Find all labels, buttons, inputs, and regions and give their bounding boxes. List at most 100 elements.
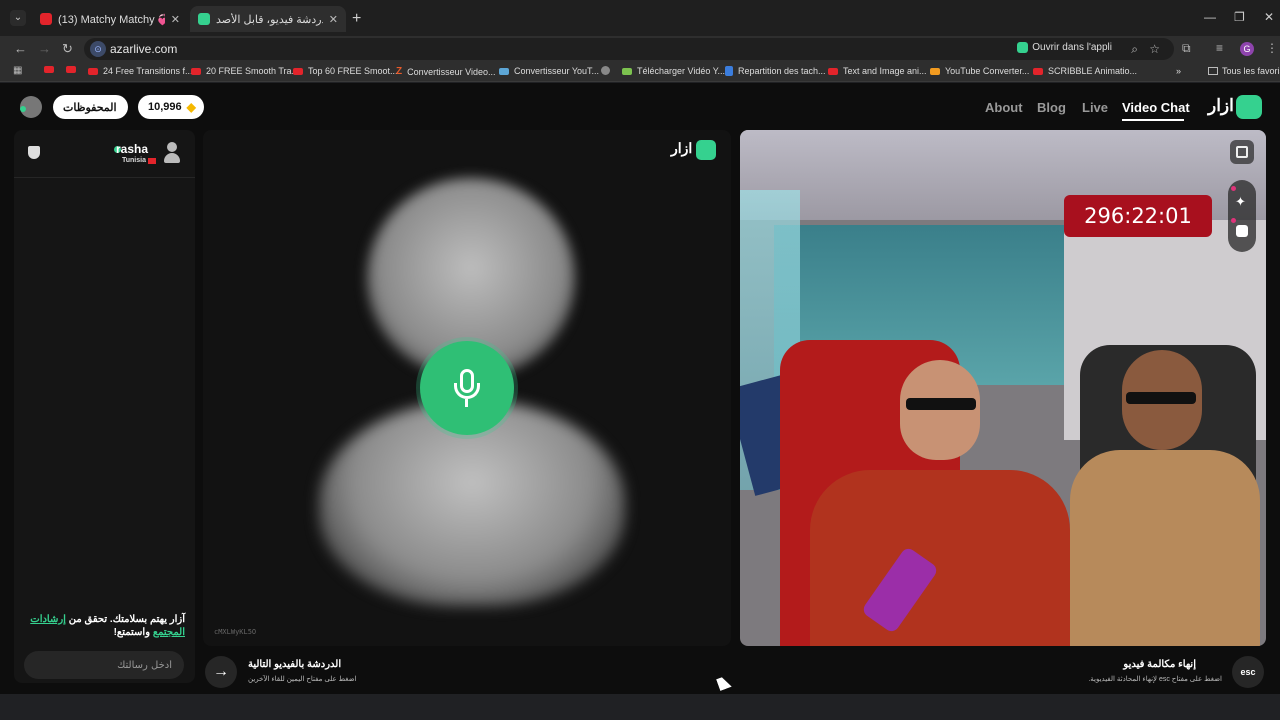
gem-icon: ◆: [186, 100, 196, 114]
history-button[interactable]: المحفوظات: [53, 95, 128, 119]
call-timer: 296:22:01: [1064, 195, 1212, 237]
bookmark-label: YouTube Converter...: [945, 66, 1030, 76]
bookmark-item[interactable]: [44, 66, 59, 73]
gems-button[interactable]: 10,996 ◆: [138, 95, 204, 119]
converter-icon: [930, 67, 940, 75]
azar-watermark: ازار: [671, 140, 693, 156]
bookmark-item[interactable]: Convertisseur YouT...: [499, 66, 599, 76]
sparkle-icon[interactable]: ✦: [1235, 194, 1246, 210]
menu-icon[interactable]: ⋮: [1266, 41, 1278, 55]
bookmark-item[interactable]: Repartition des tach...: [725, 66, 826, 76]
globe-icon: [601, 66, 610, 75]
end-call-title: إنهاء مكالمة فيديو: [1123, 659, 1196, 670]
new-tab-button[interactable]: +: [352, 10, 361, 28]
url-text: azarlive.com: [110, 42, 178, 56]
azar-icon: [1017, 42, 1029, 53]
end-call-hint: اضغط على مفتاح esc لإنهاء المحادثة الفيد…: [1088, 676, 1222, 683]
safety-suffix: واستمتع!: [113, 627, 151, 638]
youtube-icon: [828, 67, 838, 75]
window-close-icon[interactable]: ✕: [1264, 10, 1274, 24]
bookmark-label: 24 Free Transitions f...: [103, 66, 193, 76]
my-profile-avatar[interactable]: [20, 96, 42, 118]
all-bookmarks-folder[interactable]: Tous les favoris: [1208, 66, 1280, 76]
nav-about[interactable]: About: [985, 100, 1023, 115]
address-bar[interactable]: ⊙ azarlive.com Ouvrir dans l'appli ⌕ ☆: [84, 38, 1174, 60]
back-icon[interactable]: ←: [14, 41, 27, 56]
youtube-icon: [1033, 67, 1043, 75]
tab-search-button[interactable]: ⌄: [10, 10, 26, 26]
open-in-app-button[interactable]: Ouvrir dans l'appli: [1017, 42, 1112, 53]
face-filter-icon[interactable]: [1236, 225, 1248, 237]
azar-logo-icon[interactable]: [1236, 95, 1262, 119]
youtube-icon: [88, 67, 98, 75]
gems-count: 10,996: [148, 101, 182, 113]
close-icon[interactable]: ✕: [171, 13, 180, 26]
bookmark-item[interactable]: 24 Free Transitions f...: [88, 66, 193, 76]
nav-blog[interactable]: Blog: [1037, 100, 1066, 115]
end-call-button[interactable]: esc: [1232, 656, 1264, 688]
peer-avatar-icon[interactable]: [164, 142, 180, 164]
forward-icon[interactable]: →: [38, 41, 51, 56]
bookmark-label: Convertisseur YouT...: [514, 66, 600, 76]
bookmark-item[interactable]: Z Convertisseur Video...: [396, 66, 496, 77]
apps-grid-icon[interactable]: ▦: [13, 66, 23, 76]
bookmarks-bar: ▦ 24 Free Transitions f... 20 FREE Smoot…: [0, 62, 1280, 82]
message-input[interactable]: [24, 651, 184, 679]
arrow-right-icon: →: [213, 663, 229, 680]
close-icon[interactable]: ✕: [329, 13, 338, 26]
bookmark-label: Télécharger Vidéo Y...: [637, 66, 726, 76]
azar-page: المحفوظات 10,996 ◆ About Blog Live Video…: [0, 83, 1280, 694]
download-icon: [622, 67, 632, 75]
history-label: المحفوظات: [63, 101, 117, 114]
zoom-icon[interactable]: ⌕: [1131, 42, 1138, 57]
bookmark-item[interactable]: Télécharger Vidéo Y...: [622, 66, 725, 76]
bookmark-label: Tous les favoris: [1222, 66, 1280, 76]
tab-title: أزار: دردشة فيديو، قابل الأصد: [216, 13, 323, 26]
profile-avatar[interactable]: G: [1240, 42, 1254, 56]
youtube-icon: [191, 67, 201, 75]
peer-name[interactable]: rasha: [116, 142, 148, 156]
tab-strip: ⌄ (13) Matchy Matchy 💞 Ep 58 😵 ✕ أزار: د…: [0, 0, 1280, 36]
tab-azar[interactable]: أزار: دردشة فيديو، قابل الأصد ✕: [190, 6, 346, 32]
expand-icon: [1236, 146, 1248, 158]
restore-icon[interactable]: ❐: [1234, 10, 1245, 24]
expand-button[interactable]: [1230, 140, 1254, 164]
brand-name[interactable]: ازار: [1208, 96, 1234, 116]
bookmark-label: Repartition des tach...: [738, 66, 826, 76]
shield-icon[interactable]: [28, 146, 40, 159]
star-icon[interactable]: ☆: [1149, 42, 1160, 56]
microphone-button[interactable]: [420, 341, 514, 435]
extensions-icon[interactable]: ⧉: [1182, 41, 1191, 56]
bookmark-item[interactable]: 20 FREE Smooth Tra...: [191, 66, 299, 76]
tab-title: (13) Matchy Matchy 💞 Ep 58 😵: [58, 13, 165, 26]
tab-youtube[interactable]: (13) Matchy Matchy 💞 Ep 58 😵 ✕: [32, 6, 188, 32]
bookmark-item[interactable]: [601, 66, 615, 75]
tunisia-flag-icon: [148, 158, 156, 164]
azar-icon: [198, 13, 210, 25]
bookmark-label: 20 FREE Smooth Tra...: [206, 66, 300, 76]
docs-icon: [725, 66, 733, 76]
chat-header: rasha Tunisia: [14, 130, 195, 178]
youtube-icon: [40, 13, 52, 25]
bookmark-label: Top 60 FREE Smoot...: [308, 66, 398, 76]
youtube-icon: [66, 66, 76, 73]
bookmark-item[interactable]: YouTube Converter...: [930, 66, 1029, 76]
site-info-icon[interactable]: ⊙: [90, 41, 106, 57]
next-chat-button[interactable]: →: [205, 656, 237, 688]
mouse-cursor-icon: [716, 675, 732, 691]
bookmark-item[interactable]: Top 60 FREE Smoot...: [293, 66, 398, 76]
bookmark-item[interactable]: [66, 66, 81, 73]
youtube-icon: [293, 67, 303, 75]
bookmarks-overflow-icon[interactable]: »: [1176, 66, 1181, 76]
reload-icon[interactable]: ↻: [62, 41, 73, 57]
youtube-icon: [44, 66, 54, 73]
nav-live[interactable]: Live: [1082, 100, 1108, 115]
media-control-icon[interactable]: ≡: [1216, 41, 1223, 55]
bookmark-label: Text and Image ani...: [843, 66, 927, 76]
nav-video-chat[interactable]: Video Chat: [1122, 100, 1190, 115]
notification-dot: [1231, 218, 1236, 223]
azar-logo-icon: [696, 140, 716, 160]
bookmark-item[interactable]: SCRIBBLE Animatio...: [1033, 66, 1137, 76]
minimize-icon[interactable]: —: [1204, 10, 1216, 24]
bookmark-item[interactable]: Text and Image ani...: [828, 66, 927, 76]
